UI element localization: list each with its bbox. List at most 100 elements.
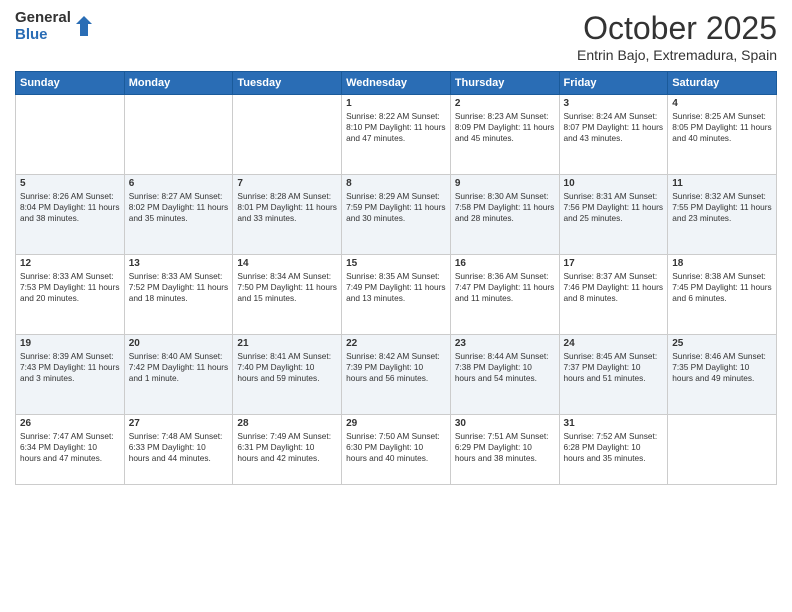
day-number: 22 [346,338,446,349]
table-row: 14 Sunrise: 8:34 AM Sunset: 7:50 PM Dayli… [233,255,342,335]
day-info: Sunrise: 8:33 AM Sunset: 7:52 PM Dayligh… [129,271,229,305]
table-row: 28 Sunrise: 7:49 AM Sunset: 6:31 PM Dayli… [233,415,342,485]
logo-text: General Blue [15,10,71,43]
day-info: Sunrise: 8:22 AM Sunset: 8:10 PM Dayligh… [346,111,446,145]
table-row: 30Sunrise: 7:51 AM Sunset: 6:29 PM Dayli… [450,415,559,485]
table-row: 20 Sunrise: 8:40 AM Sunset: 7:42 PM Dayli… [124,335,233,415]
table-row: 25 Sunrise: 8:46 AM Sunset: 7:35 PM Dayli… [668,335,777,415]
day-info: Sunrise: 8:27 AM Sunset: 8:02 PM Dayligh… [129,191,229,225]
day-info: Sunrise: 8:37 AM Sunset: 7:46 PM Dayligh… [564,271,664,305]
day-number: 21 [237,338,337,349]
day-info: Sunrise: 8:42 AM Sunset: 7:39 PM Dayligh… [346,351,446,385]
table-row [233,95,342,175]
day-info: Sunrise: 8:40 AM Sunset: 7:42 PM Dayligh… [129,351,229,385]
day-number: 18 [672,258,772,269]
table-row [668,415,777,485]
day-number: 31 [564,418,664,429]
day-info: Sunrise: 8:26 AM Sunset: 8:04 PM Dayligh… [20,191,120,225]
page: General Blue October 2025 Entrin Bajo, E… [0,0,792,612]
subtitle: Entrin Bajo, Extremadura, Spain [577,47,777,63]
table-row [124,95,233,175]
table-row: 19 Sunrise: 8:39 AM Sunset: 7:43 PM Dayli… [16,335,125,415]
table-row [16,95,125,175]
day-number: 16 [455,258,555,269]
day-info: Sunrise: 8:45 AM Sunset: 7:37 PM Dayligh… [564,351,664,385]
day-number: 24 [564,338,664,349]
table-row: 1 Sunrise: 8:22 AM Sunset: 8:10 PM Daylig… [342,95,451,175]
header: General Blue October 2025 Entrin Bajo, E… [15,10,777,63]
day-number: 10 [564,178,664,189]
day-number: 6 [129,178,229,189]
logo-icon [74,14,94,38]
month-title: October 2025 [577,10,777,47]
day-number: 17 [564,258,664,269]
col-thursday: Thursday [450,72,559,95]
day-number: 15 [346,258,446,269]
logo-general: General [15,10,71,27]
col-sunday: Sunday [16,72,125,95]
day-info: Sunrise: 8:34 AM Sunset: 7:50 PM Dayligh… [237,271,337,305]
day-number: 26 [20,418,120,429]
table-row: 15 Sunrise: 8:35 AM Sunset: 7:49 PM Dayli… [342,255,451,335]
col-wednesday: Wednesday [342,72,451,95]
day-info: Sunrise: 8:35 AM Sunset: 7:49 PM Dayligh… [346,271,446,305]
table-row: 8 Sunrise: 8:29 AM Sunset: 7:59 PM Daylig… [342,175,451,255]
table-row: 26 Sunrise: 7:47 AM Sunset: 6:34 PM Dayli… [16,415,125,485]
table-row: 2Sunrise: 8:23 AM Sunset: 8:09 PM Daylig… [450,95,559,175]
day-info: Sunrise: 7:52 AM Sunset: 6:28 PM Dayligh… [564,431,664,465]
table-row: 10Sunrise: 8:31 AM Sunset: 7:56 PM Dayli… [559,175,668,255]
day-number: 23 [455,338,555,349]
table-row: 22 Sunrise: 8:42 AM Sunset: 7:39 PM Dayli… [342,335,451,415]
table-row: 7 Sunrise: 8:28 AM Sunset: 8:01 PM Daylig… [233,175,342,255]
col-saturday: Saturday [668,72,777,95]
day-info: Sunrise: 8:29 AM Sunset: 7:59 PM Dayligh… [346,191,446,225]
day-info: Sunrise: 8:39 AM Sunset: 7:43 PM Dayligh… [20,351,120,385]
day-number: 5 [20,178,120,189]
title-block: October 2025 Entrin Bajo, Extremadura, S… [577,10,777,63]
day-info: Sunrise: 8:32 AM Sunset: 7:55 PM Dayligh… [672,191,772,225]
table-row: 11 Sunrise: 8:32 AM Sunset: 7:55 PM Dayli… [668,175,777,255]
day-info: Sunrise: 7:48 AM Sunset: 6:33 PM Dayligh… [129,431,229,465]
col-tuesday: Tuesday [233,72,342,95]
header-row: Sunday Monday Tuesday Wednesday Thursday… [16,72,777,95]
table-row: 5 Sunrise: 8:26 AM Sunset: 8:04 PM Daylig… [16,175,125,255]
day-number: 25 [672,338,772,349]
day-info: Sunrise: 7:50 AM Sunset: 6:30 PM Dayligh… [346,431,446,465]
day-info: Sunrise: 8:36 AM Sunset: 7:47 PM Dayligh… [455,271,555,305]
table-row: 3 Sunrise: 8:24 AM Sunset: 8:07 PM Daylig… [559,95,668,175]
day-number: 11 [672,178,772,189]
day-number: 19 [20,338,120,349]
day-number: 4 [672,98,772,109]
day-number: 20 [129,338,229,349]
day-info: Sunrise: 8:46 AM Sunset: 7:35 PM Dayligh… [672,351,772,385]
day-info: Sunrise: 8:25 AM Sunset: 8:05 PM Dayligh… [672,111,772,145]
table-row: 29Sunrise: 7:50 AM Sunset: 6:30 PM Dayli… [342,415,451,485]
calendar-table: Sunday Monday Tuesday Wednesday Thursday… [15,71,777,485]
day-info: Sunrise: 8:24 AM Sunset: 8:07 PM Dayligh… [564,111,664,145]
day-number: 12 [20,258,120,269]
table-row: 4 Sunrise: 8:25 AM Sunset: 8:05 PM Daylig… [668,95,777,175]
day-number: 8 [346,178,446,189]
day-number: 28 [237,418,337,429]
table-row: 23 Sunrise: 8:44 AM Sunset: 7:38 PM Dayli… [450,335,559,415]
day-info: Sunrise: 8:33 AM Sunset: 7:53 PM Dayligh… [20,271,120,305]
col-monday: Monday [124,72,233,95]
day-info: Sunrise: 8:44 AM Sunset: 7:38 PM Dayligh… [455,351,555,385]
day-info: Sunrise: 8:28 AM Sunset: 8:01 PM Dayligh… [237,191,337,225]
table-row: 16 Sunrise: 8:36 AM Sunset: 7:47 PM Dayli… [450,255,559,335]
table-row: 17 Sunrise: 8:37 AM Sunset: 7:46 PM Dayli… [559,255,668,335]
day-info: Sunrise: 7:47 AM Sunset: 6:34 PM Dayligh… [20,431,120,465]
table-row: 21 Sunrise: 8:41 AM Sunset: 7:40 PM Dayli… [233,335,342,415]
day-number: 27 [129,418,229,429]
table-row: 27 Sunrise: 7:48 AM Sunset: 6:33 PM Dayli… [124,415,233,485]
day-number: 7 [237,178,337,189]
day-number: 3 [564,98,664,109]
table-row: 13Sunrise: 8:33 AM Sunset: 7:52 PM Dayli… [124,255,233,335]
logo-blue: Blue [15,27,71,44]
day-info: Sunrise: 7:49 AM Sunset: 6:31 PM Dayligh… [237,431,337,465]
day-number: 1 [346,98,446,109]
day-info: Sunrise: 7:51 AM Sunset: 6:29 PM Dayligh… [455,431,555,465]
table-row: 9Sunrise: 8:30 AM Sunset: 7:58 PM Daylig… [450,175,559,255]
day-info: Sunrise: 8:41 AM Sunset: 7:40 PM Dayligh… [237,351,337,385]
day-number: 14 [237,258,337,269]
